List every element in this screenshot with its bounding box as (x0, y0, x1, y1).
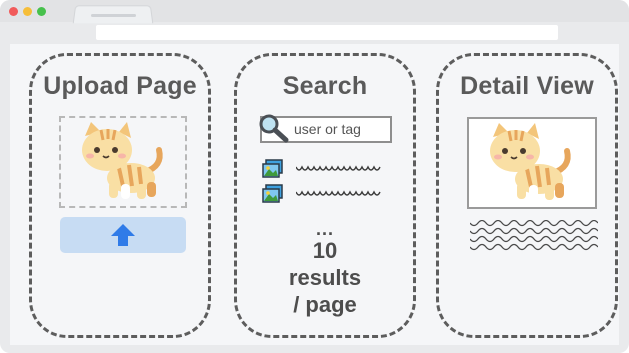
image-thumbnail-icon (262, 184, 283, 203)
search-placeholder-text: user or tag (294, 121, 361, 137)
upload-dropzone[interactable] (59, 116, 187, 208)
panel-title-detail: Detail View (460, 72, 594, 100)
tab-title-placeholder (91, 14, 136, 17)
maximize-window-button[interactable] (37, 7, 46, 16)
search-panel: Search user or tag ... 10 results / page (234, 53, 416, 338)
search-result-item[interactable] (262, 184, 392, 204)
upload-page-panel: Upload Page (29, 53, 211, 338)
image-thumbnail-icon (262, 159, 283, 178)
detail-view-panel: Detail View (436, 53, 618, 338)
summary-count: 10 (312, 238, 338, 263)
result-caption-placeholder (296, 165, 381, 171)
search-icon (259, 114, 289, 143)
detail-image-frame (467, 117, 597, 209)
cat-image (490, 123, 571, 200)
summary-unit: results (288, 265, 362, 290)
close-window-button[interactable] (9, 7, 18, 16)
minimize-window-button[interactable] (23, 7, 32, 16)
detail-description-placeholder (470, 220, 598, 251)
cat-image (82, 122, 163, 199)
results-per-page-note: ... 10 results / page (237, 219, 413, 318)
address-bar[interactable] (96, 25, 558, 40)
summary-ellipsis: ... (315, 219, 334, 239)
summary-per-page: / page (293, 292, 357, 317)
panel-title-upload: Upload Page (43, 72, 197, 100)
upload-button[interactable] (60, 217, 186, 253)
result-caption-placeholder (296, 190, 381, 196)
upload-arrow-icon (111, 224, 135, 246)
panel-title-search: Search (282, 72, 368, 100)
search-result-item[interactable] (262, 159, 392, 179)
